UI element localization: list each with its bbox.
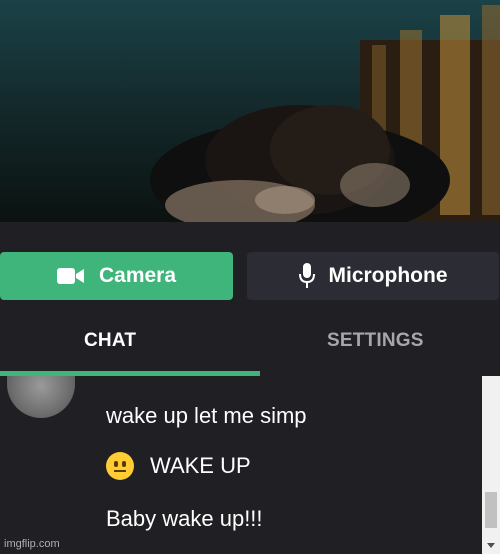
tab-bar: CHAT SETTINGS <box>0 312 500 376</box>
camera-button-label: Camera <box>98 264 177 287</box>
webcam-video <box>0 0 500 222</box>
tab-chat[interactable]: CHAT <box>84 330 136 352</box>
tab-settings[interactable]: SETTINGS <box>327 330 424 352</box>
scroll-down-arrow-icon[interactable] <box>487 543 495 548</box>
chat-scrollbar[interactable] <box>482 376 500 554</box>
chat-message-text: WAKE UP <box>150 453 251 478</box>
video-feed-area <box>0 0 500 222</box>
microphone-button[interactable]: Microphone <box>247 252 499 300</box>
chat-panel: wake up let me simp WAKE UP Baby wake up… <box>0 376 500 554</box>
chat-message: wake up let me simp <box>106 403 307 428</box>
neutral-face-icon <box>106 452 134 480</box>
microphone-icon <box>298 263 315 289</box>
chat-message: Baby wake up!!! <box>106 506 263 531</box>
avatar <box>7 376 75 418</box>
camera-button[interactable]: Camera <box>0 252 233 300</box>
media-controls: Camera Microphone <box>0 222 500 312</box>
chat-message: WAKE UP <box>106 452 251 480</box>
microphone-button-label: Microphone <box>328 264 448 287</box>
video-camera-icon <box>56 267 85 285</box>
scrollbar-thumb[interactable] <box>485 492 497 528</box>
watermark: imgflip.com <box>4 538 60 550</box>
